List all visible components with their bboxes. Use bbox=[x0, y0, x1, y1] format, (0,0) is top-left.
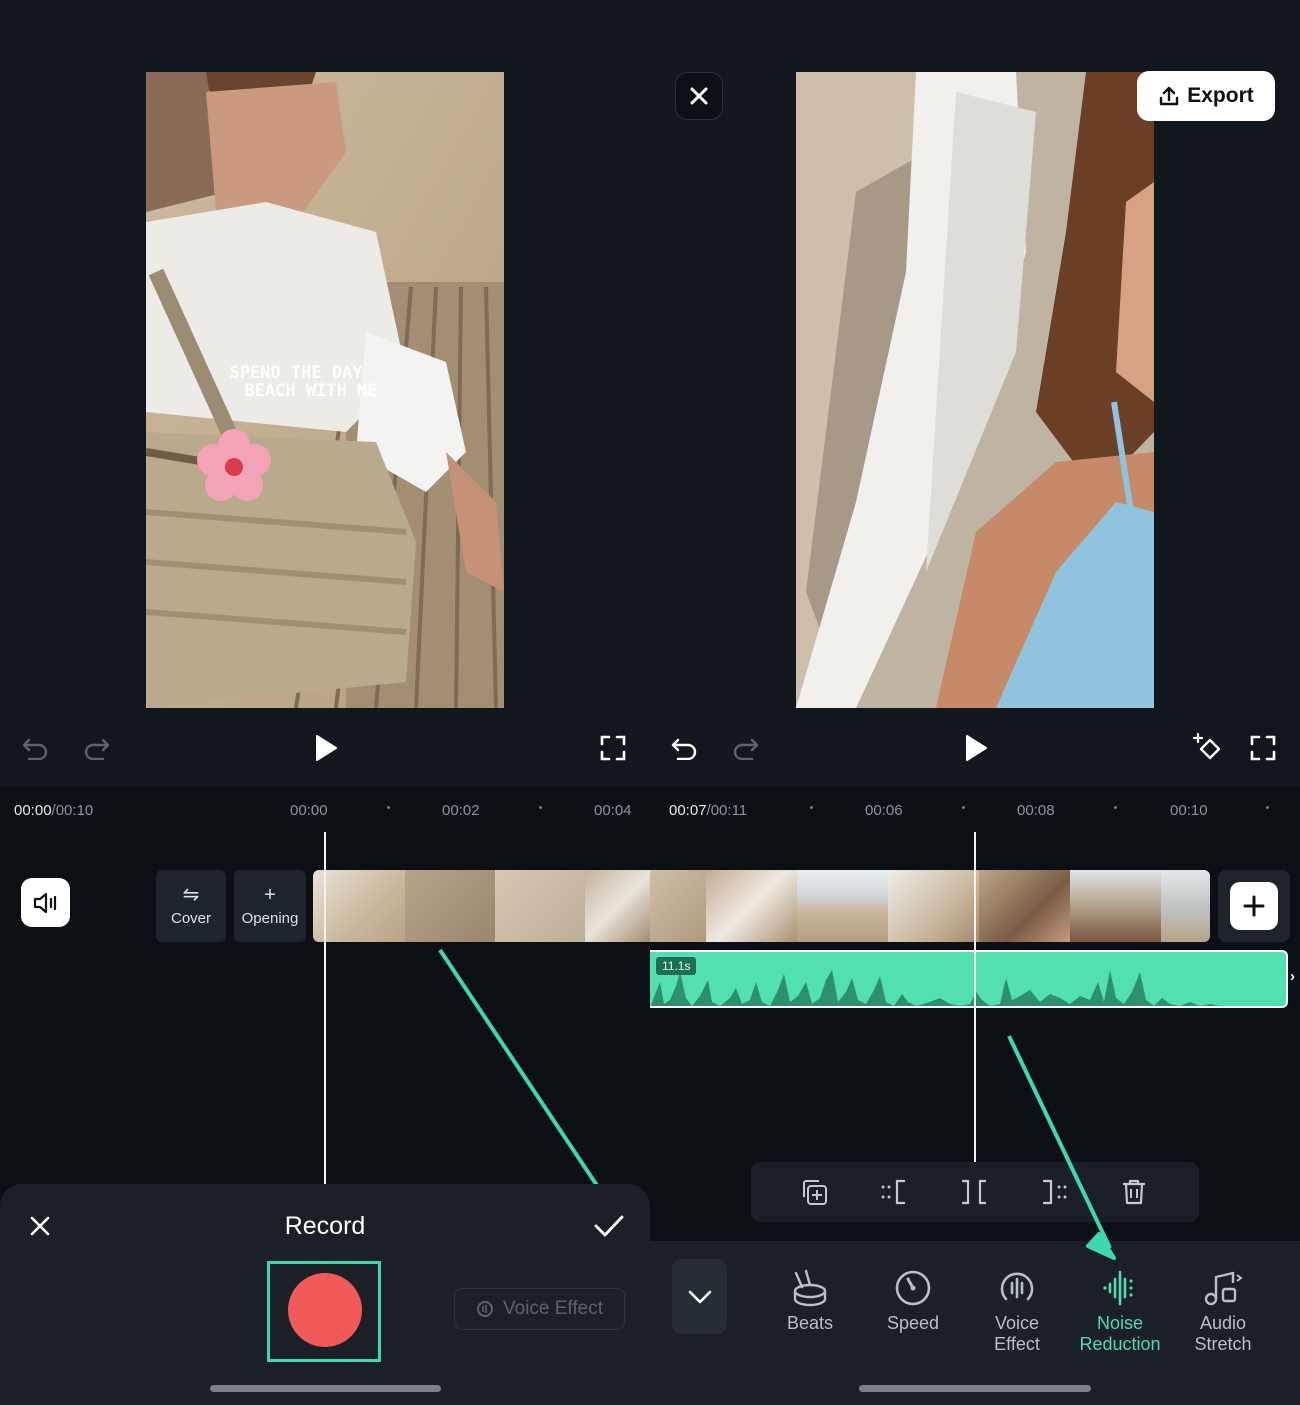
right-editor-screen: Export 00:07/00:11 00:06 00:08 00:10 11.… bbox=[650, 0, 1300, 1405]
voice-effect-button[interactable]: Voice Effect bbox=[454, 1288, 625, 1330]
voice-effect-label: Voice Effect bbox=[503, 1298, 603, 1319]
voice-effect-icon bbox=[477, 1301, 493, 1317]
record-button[interactable] bbox=[288, 1273, 362, 1347]
home-indicator bbox=[210, 1385, 441, 1392]
record-sheet: Record Voice Effect bbox=[0, 1184, 650, 1405]
annotation-arrow bbox=[1007, 1035, 1116, 1260]
home-indicator bbox=[859, 1385, 1091, 1392]
left-editor-screen: SPEND THE DAY BEACH WITH ME 00:00/00:10 … bbox=[0, 0, 650, 1405]
confirm-button[interactable] bbox=[592, 1210, 626, 1242]
checkmark-icon bbox=[594, 1215, 624, 1237]
record-title: Record bbox=[284, 1212, 366, 1240]
close-icon bbox=[30, 1216, 50, 1236]
close-record-button[interactable] bbox=[24, 1210, 56, 1242]
playhead[interactable] bbox=[324, 832, 326, 1184]
